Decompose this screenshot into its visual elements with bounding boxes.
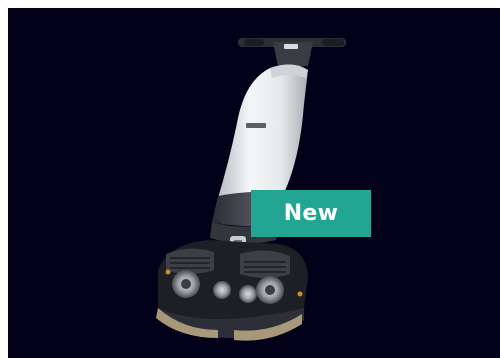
new-badge: New — [251, 190, 371, 237]
fitting-left — [165, 269, 171, 275]
product-image-frame: New — [8, 8, 500, 358]
floor-scrubber-image — [156, 38, 346, 341]
fitting-right — [297, 291, 303, 297]
solution-tank — [218, 64, 308, 198]
handle-bar — [238, 38, 346, 66]
